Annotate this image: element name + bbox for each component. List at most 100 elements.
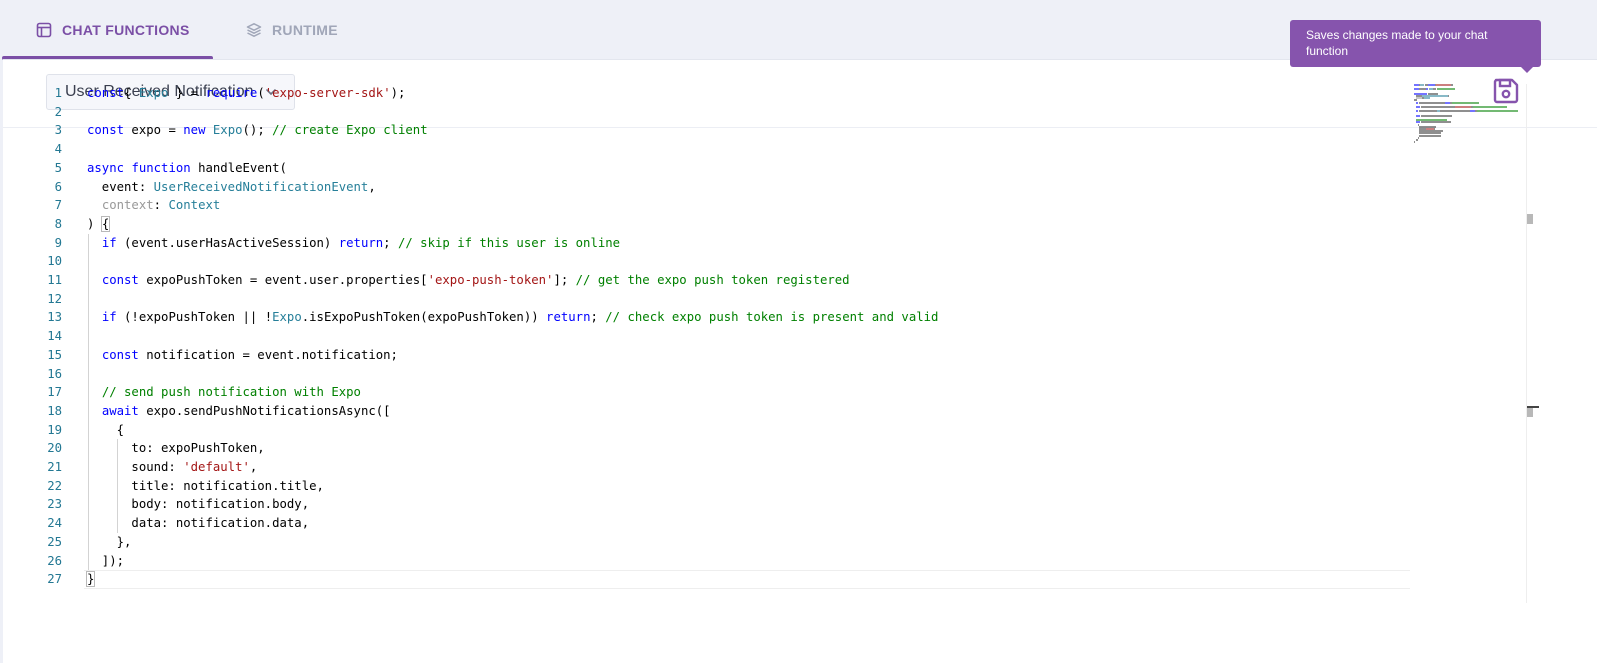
minimap-line xyxy=(1417,123,1419,126)
code-line[interactable]: 7 context: Context xyxy=(0,196,1410,215)
code-token: if xyxy=(101,310,117,325)
code-editor[interactable]: 1 const{ Expo } = require('expo-server-sd… xyxy=(0,84,1410,603)
minimap-line xyxy=(1436,88,1456,91)
minimap-line xyxy=(1414,88,1419,91)
code-line[interactable]: 15 const notification = event.notificati… xyxy=(0,346,1410,365)
code-line[interactable]: 11 const expoPushToken = event.user.prop… xyxy=(0,271,1410,290)
code-token: notification = event.notification; xyxy=(138,347,398,362)
code-line[interactable]: 16 xyxy=(0,365,1410,384)
indent-guide xyxy=(117,439,119,533)
code-token: (event.userHasActiveSession) xyxy=(116,235,339,250)
code-text: } xyxy=(85,570,96,589)
code-token: UserReceivedNotificationEvent xyxy=(153,179,369,194)
code-token: ); xyxy=(390,86,406,100)
code-token: } = xyxy=(168,86,206,100)
code-token: return xyxy=(338,235,384,250)
code-line[interactable]: 17 // send push notification with Expo xyxy=(0,383,1410,402)
code-text: ]); xyxy=(87,552,124,571)
code-line[interactable]: 22 title: notification.title, xyxy=(0,477,1410,496)
minimap-line xyxy=(1415,101,1418,104)
code-line[interactable]: 1 const{ Expo } = require('expo-server-sd… xyxy=(0,84,1410,103)
code-token: (!expoPushToken || ! xyxy=(116,310,273,325)
code-token: if xyxy=(101,235,117,250)
code-line[interactable]: 25 }, xyxy=(0,533,1410,552)
code-token: const xyxy=(101,347,139,362)
code-line[interactable]: 27} xyxy=(0,570,1410,589)
code-line[interactable]: 24 data: notification.data, xyxy=(0,514,1410,533)
code-line[interactable]: 6 event: UserReceivedNotificationEvent, xyxy=(0,178,1410,197)
code-token: body: notification.body, xyxy=(87,497,310,512)
code-token: title: notification.title, xyxy=(87,478,324,493)
line-number: 8 xyxy=(54,216,62,231)
code-line[interactable]: 14 xyxy=(0,327,1410,346)
code-text: }, xyxy=(87,533,132,552)
code-token: const xyxy=(101,273,139,287)
code-line[interactable]: 21 sound: 'default', xyxy=(0,458,1410,477)
line-number: 26 xyxy=(47,553,62,568)
minimap-line xyxy=(1421,121,1451,124)
code-token: // get the expo push token registered xyxy=(575,273,850,287)
code-token: expo.sendPushNotificationsAsync([ xyxy=(138,403,391,418)
line-number: 21 xyxy=(47,460,62,474)
code-line[interactable]: 9 if (event.userHasActiveSession) return… xyxy=(0,234,1410,253)
code-token: sound: xyxy=(87,460,184,474)
code-line[interactable]: 26 ]); xyxy=(0,552,1410,571)
code-token: Expo xyxy=(212,123,243,138)
code-token: async xyxy=(87,160,125,175)
code-text: // send push notification with Expo xyxy=(87,383,361,402)
line-number: 25 xyxy=(47,534,62,549)
line-number: 9 xyxy=(54,235,62,250)
minimap-line xyxy=(1421,106,1456,108)
code-line[interactable]: 8) { xyxy=(0,215,1410,234)
code-line[interactable]: 19 { xyxy=(0,421,1410,440)
line-number: 16 xyxy=(47,366,62,381)
code-text: to: expoPushToken, xyxy=(87,439,264,458)
code-text: const expo = new Expo(); // create Expo … xyxy=(87,121,428,140)
line-number: 17 xyxy=(47,385,62,400)
code-token: Context xyxy=(168,198,221,213)
line-number: 10 xyxy=(47,254,62,269)
minimap-line xyxy=(1425,88,1429,91)
code-token: expoPushToken = event.user.properties[ xyxy=(138,273,428,287)
code-token: require xyxy=(205,86,258,100)
code-text: async function handleEvent( xyxy=(87,159,287,178)
minimap-line xyxy=(1420,84,1424,86)
code-token: { xyxy=(87,422,125,437)
code-line[interactable]: 10 xyxy=(0,252,1410,271)
line-number: 15 xyxy=(47,347,62,362)
code-text: if (!expoPushToken || !Expo.isExpoPushTo… xyxy=(87,308,939,327)
code-line[interactable]: 5 async function handleEvent( xyxy=(0,159,1410,178)
line-number: 18 xyxy=(47,403,62,418)
indent-guide xyxy=(87,233,89,571)
code-line[interactable]: 3 const expo = new Expo(); // create Expo… xyxy=(0,121,1410,140)
code-token: // create Expo client xyxy=(272,123,428,138)
line-number: 6 xyxy=(54,179,62,194)
tab-chat-functions[interactable]: CHAT FUNCTIONS xyxy=(2,0,213,60)
code-line[interactable]: 12 xyxy=(0,290,1410,309)
line-number: 11 xyxy=(47,273,62,287)
code-token: , xyxy=(249,460,258,474)
line-number: 19 xyxy=(47,422,62,437)
code-text: const notification = event.notification; xyxy=(87,346,398,365)
code-line[interactable]: 2 xyxy=(0,103,1410,122)
scrollbar-marker xyxy=(1527,408,1533,417)
code-token: new xyxy=(183,123,206,138)
tab-runtime[interactable]: RUNTIME xyxy=(246,0,376,60)
code-line[interactable]: 20 to: expoPushToken, xyxy=(0,439,1410,458)
code-line[interactable]: 18 await expo.sendPushNotificationsAsync… xyxy=(0,402,1410,421)
code-text: sound: 'default', xyxy=(87,458,257,477)
minimap-line xyxy=(1421,114,1452,117)
code-line[interactable]: 13 if (!expoPushToken || !Expo.isExpoPus… xyxy=(0,308,1410,327)
code-minimap[interactable] xyxy=(1414,84,1526,144)
code-text: body: notification.body, xyxy=(87,495,309,514)
minimap-line xyxy=(1415,114,1421,117)
editor-scrollbar[interactable] xyxy=(1526,84,1539,603)
minimap-line xyxy=(1418,110,1437,113)
code-line[interactable]: 4 xyxy=(0,140,1410,159)
window-icon xyxy=(36,22,52,38)
code-token: expo = xyxy=(124,123,184,138)
code-line[interactable]: 23 body: notification.body, xyxy=(0,495,1410,514)
